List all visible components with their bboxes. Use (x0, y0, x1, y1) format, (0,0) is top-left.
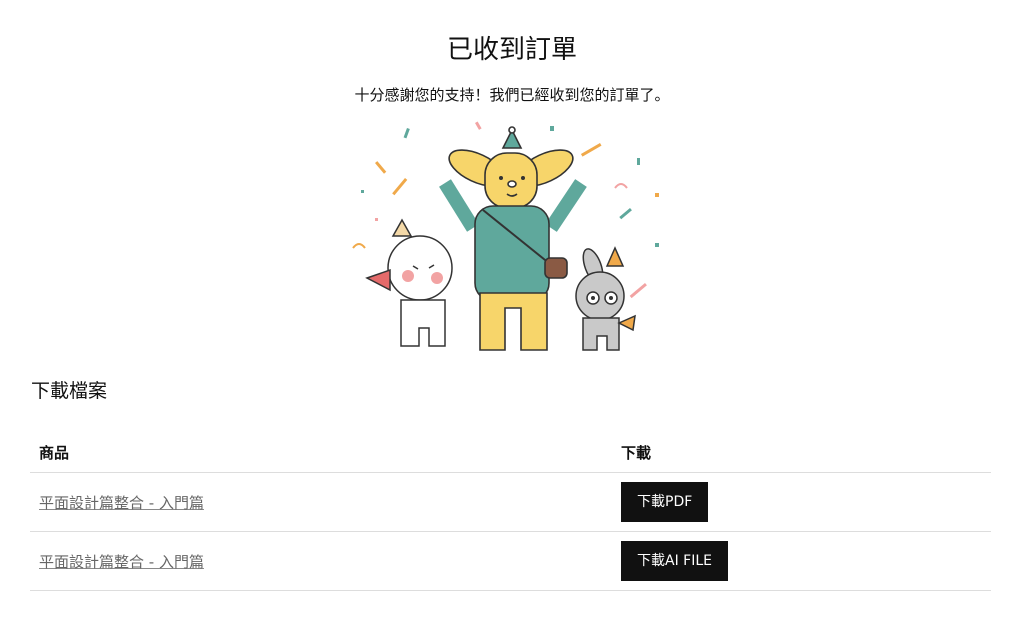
page-subtitle: 十分感謝您的支持！我們已經收到您的訂單了。 (354, 86, 670, 104)
product-link[interactable]: 平面設計篇整合 - 入門篇 (39, 553, 204, 571)
gray-rabbit-character-icon (575, 246, 636, 351)
table-row: 平面設計篇整合 - 入門篇 下載PDF (30, 472, 991, 532)
table-header-row: 商品 下載 (30, 432, 991, 473)
column-header-product: 商品 (30, 432, 621, 473)
product-link[interactable]: 平面設計篇整合 - 入門篇 (39, 494, 204, 512)
celebration-characters-illustration (352, 121, 659, 351)
download-cell: 下載PDF (621, 472, 991, 532)
download-pdf-button[interactable]: 下載PDF (621, 482, 709, 522)
page-title: 已收到訂單 (446, 35, 577, 65)
product-cell: 平面設計篇整合 - 入門篇 (30, 531, 621, 591)
downloads-table: 商品 下載 平面設計篇整合 - 入門篇 下載PDF 平面設計篇整合 - 入門篇 … (30, 432, 991, 591)
order-confirmation-page: 已收到訂單 十分感謝您的支持！我們已經收到您的訂單了。 下載檔案 商品 下載 平… (0, 0, 1024, 617)
table-row: 平面設計篇整合 - 入門篇 下載AI FILE (30, 531, 991, 591)
download-ai-file-button[interactable]: 下載AI FILE (621, 541, 728, 581)
download-files-heading: 下載檔案 (31, 380, 108, 402)
product-cell: 平面設計篇整合 - 入門篇 (30, 472, 621, 532)
download-cell: 下載AI FILE (621, 531, 991, 591)
column-header-download: 下載 (621, 432, 991, 473)
dog-character-icon (439, 126, 587, 351)
white-bear-character-icon (365, 218, 453, 347)
